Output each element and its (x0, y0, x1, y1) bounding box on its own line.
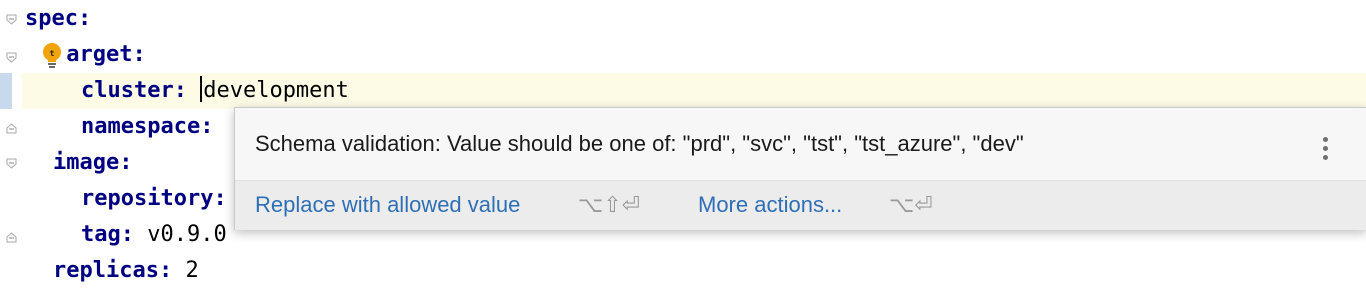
validation-message: Schema validation: Value should be one o… (255, 131, 1024, 156)
yaml-value: v0.9.0 (147, 222, 227, 247)
code-line-cluster[interactable]: cluster: development (81, 73, 349, 109)
replace-with-allowed-value-link[interactable]: Replace with allowed value (255, 192, 520, 218)
popup-actions-bar: Replace with allowed value ⌥⇧⏎ More acti… (235, 180, 1366, 230)
yaml-key: arget (66, 42, 133, 67)
yaml-key: namespace (81, 114, 201, 139)
code-line-repository[interactable]: repository: (81, 181, 227, 217)
svg-text:t: t (50, 49, 55, 58)
code-line-replicas[interactable]: replicas: 2 (53, 253, 199, 289)
text-caret (200, 76, 203, 102)
fold-open-icon[interactable] (6, 14, 17, 25)
more-actions-link[interactable]: More actions... (698, 192, 842, 218)
yaml-separator: : (158, 258, 186, 283)
yaml-value: 2 (185, 258, 199, 283)
yaml-value: development (203, 78, 349, 103)
fold-open-icon[interactable] (6, 52, 17, 63)
code-line-target[interactable]: t arget: (53, 37, 146, 73)
more-actions-shortcut: ⌥⏎ (889, 193, 933, 218)
replace-shortcut: ⌥⇧⏎ (578, 193, 641, 218)
yaml-key: spec (25, 6, 78, 31)
yaml-separator: : (132, 42, 146, 67)
yaml-separator: : (119, 150, 133, 175)
yaml-separator: : (77, 6, 92, 31)
yaml-key: image (53, 150, 120, 175)
code-line-image[interactable]: image: (53, 145, 132, 181)
yaml-separator: : (200, 114, 214, 139)
more-options-icon[interactable] (1320, 137, 1332, 167)
fold-close-icon[interactable] (6, 232, 17, 243)
yaml-separator: : (120, 222, 148, 247)
code-line-namespace[interactable]: namespace: (81, 109, 213, 145)
yaml-key: replicas (53, 258, 159, 283)
fold-close-icon[interactable] (6, 123, 17, 134)
code-line-spec[interactable]: spec: (25, 1, 91, 37)
yaml-separator: : (173, 78, 201, 103)
yaml-key: tag (81, 222, 121, 247)
yaml-key: repository (81, 186, 214, 211)
yaml-key: cluster (81, 78, 174, 103)
yaml-separator: : (213, 186, 227, 211)
lightbulb-icon[interactable]: t (41, 42, 63, 68)
fold-open-icon[interactable] (6, 158, 17, 169)
caret-row-marker (0, 73, 12, 109)
code-line-tag[interactable]: tag: v0.9.0 (81, 217, 227, 253)
schema-validation-popup: Schema validation: Value should be one o… (234, 107, 1366, 230)
